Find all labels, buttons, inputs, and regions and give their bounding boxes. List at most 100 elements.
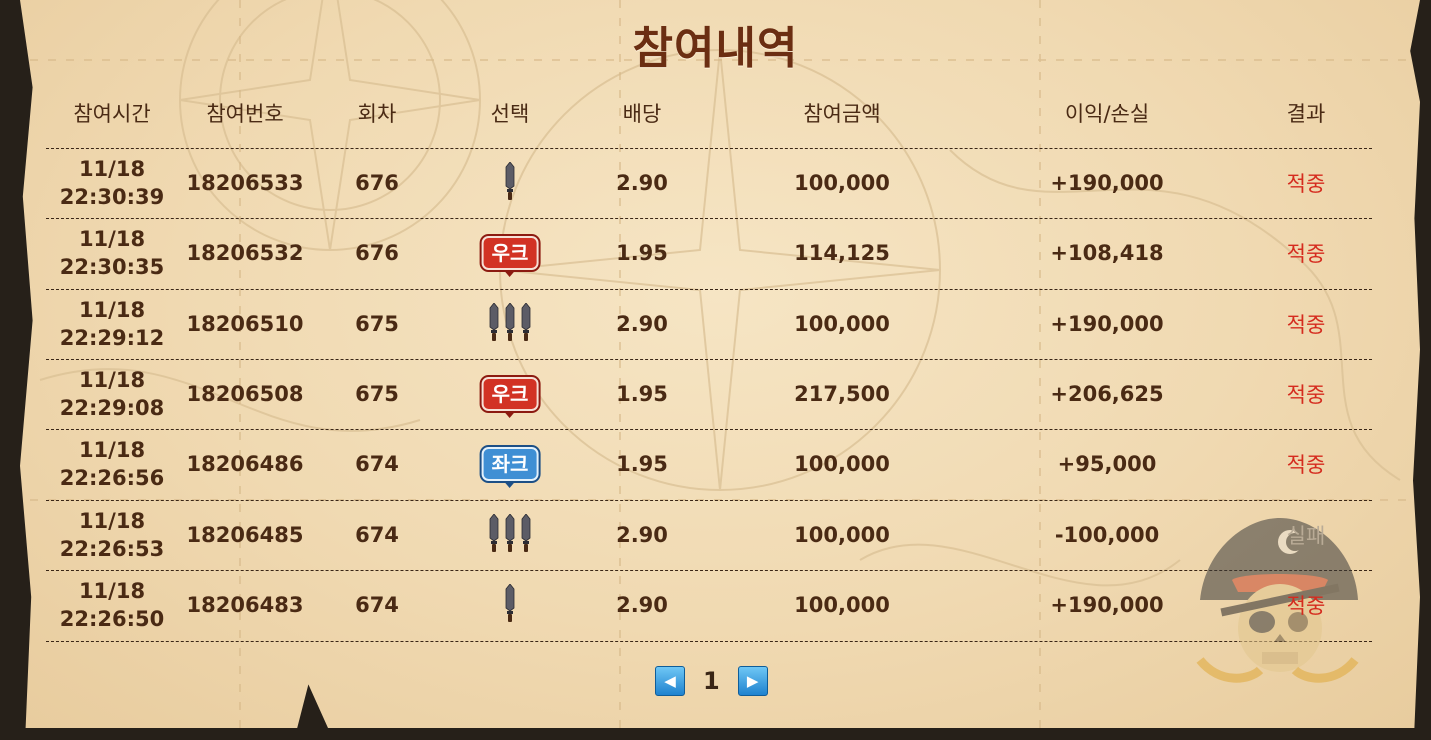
knife-icon (489, 301, 499, 346)
next-page-button[interactable]: ▶ (737, 666, 768, 696)
row-amount: 100,000 (794, 523, 890, 547)
row-number: 18206533 (186, 171, 304, 195)
row-profit: -100,000 (1054, 523, 1160, 547)
row-clock: 22:26:53 (59, 537, 165, 561)
row-odds: 1.95 (616, 241, 668, 265)
table-row: 11/18 22:29:08 18206508 675 우크 1.95 217,500 +20… (0, 359, 1431, 429)
row-choice (505, 148, 515, 218)
knife-icon (505, 582, 515, 627)
knife-icon (505, 512, 515, 557)
choice-badge: 우크 (481, 236, 539, 277)
row-number: 18206532 (186, 241, 304, 265)
pagination: ◀ 1 ▶ (655, 666, 768, 696)
row-clock: 22:29:12 (59, 326, 165, 350)
row-number: 18206483 (186, 593, 304, 617)
row-profit: +206,625 (1050, 382, 1164, 406)
knife-icon (521, 301, 531, 346)
row-date: 11/18 (78, 438, 146, 462)
row-amount: 100,000 (794, 312, 890, 336)
row-time: 11/18 22:26:56 (60, 429, 164, 499)
row-number: 18206486 (186, 452, 304, 476)
column-header-result: 결과 (1286, 102, 1326, 126)
row-result: 적중 (1286, 172, 1326, 196)
row-result: 적중 (1286, 383, 1326, 407)
row-round: 674 (355, 452, 399, 476)
page-title: 참여내역 (632, 23, 799, 74)
choice-knives (489, 301, 531, 346)
row-date: 11/18 (78, 368, 146, 392)
row-result: 적중 (1286, 594, 1326, 618)
row-time: 11/18 22:26:53 (60, 500, 164, 570)
row-round: 675 (355, 312, 399, 336)
table-row: 11/18 22:26:53 18206485 674 2.90 100,000 -100,… (0, 500, 1431, 570)
row-date: 11/18 (78, 227, 146, 251)
row-profit: +190,000 (1050, 593, 1164, 617)
row-date: 11/18 (78, 298, 146, 322)
row-choice: 좌크 (481, 429, 539, 499)
table-row: 11/18 22:29:12 18206510 675 2.90 100,000 +190,… (0, 289, 1431, 359)
row-clock: 22:30:35 (59, 255, 165, 279)
row-odds: 2.90 (616, 523, 668, 547)
row-result: 적중 (1286, 313, 1326, 337)
row-clock: 22:29:08 (59, 396, 165, 420)
row-odds: 2.90 (616, 312, 668, 336)
column-header-round: 회차 (357, 102, 397, 126)
row-odds: 1.95 (616, 452, 668, 476)
row-number: 18206485 (186, 523, 304, 547)
choice-knives (505, 160, 515, 205)
row-odds: 2.90 (616, 171, 668, 195)
row-choice: 우크 (481, 218, 539, 288)
row-odds: 2.90 (616, 593, 668, 617)
current-page-number: 1 (703, 667, 720, 695)
row-amount: 100,000 (794, 452, 890, 476)
row-result: 실패 (1286, 524, 1326, 548)
row-choice: 우크 (481, 359, 539, 429)
column-header-odds: 배당 (622, 102, 662, 126)
knife-icon (521, 512, 531, 557)
arrow-left-icon: ◀ (664, 672, 676, 690)
row-time: 11/18 22:29:08 (60, 359, 164, 429)
choice-knives (505, 582, 515, 627)
row-divider (46, 641, 1372, 642)
row-clock: 22:26:56 (59, 466, 165, 490)
row-round: 676 (355, 171, 399, 195)
column-header-choice: 선택 (490, 102, 530, 126)
row-amount: 100,000 (794, 593, 890, 617)
row-result: 적중 (1286, 242, 1326, 266)
row-profit: +190,000 (1050, 312, 1164, 336)
column-header-profit: 이익/손실 (1064, 102, 1150, 126)
row-date: 11/18 (78, 157, 146, 181)
row-amount: 114,125 (794, 241, 890, 265)
row-time: 11/18 22:29:12 (60, 289, 164, 359)
row-choice (505, 570, 515, 640)
row-odds: 1.95 (616, 382, 668, 406)
history-screen: 참여내역 참여시간 참여번호 회차 선택 배당 참여금액 이익/손실 결과 11… (0, 0, 1431, 740)
row-round: 675 (355, 382, 399, 406)
row-time: 11/18 22:26:50 (60, 570, 164, 640)
table-row: 11/18 22:26:56 18206486 674 좌크 1.95 100,000 +95… (0, 429, 1431, 499)
row-date: 11/18 (78, 579, 146, 603)
table-row: 11/18 22:26:50 18206483 674 2.90 100,000 +190,… (0, 570, 1431, 640)
row-choice (489, 289, 531, 359)
row-round: 676 (355, 241, 399, 265)
row-number: 18206508 (186, 382, 304, 406)
arrow-right-icon: ▶ (746, 672, 759, 690)
choice-badge: 우크 (481, 377, 539, 418)
choice-badge: 좌크 (481, 447, 539, 488)
row-profit: +190,000 (1050, 171, 1164, 195)
row-profit: +95,000 (1057, 452, 1157, 476)
table-row: 11/18 22:30:35 18206532 676 우크 1.95 114,125 +10… (0, 218, 1431, 288)
row-number: 18206510 (186, 312, 304, 336)
row-amount: 100,000 (794, 171, 890, 195)
knife-icon (505, 301, 515, 346)
row-clock: 22:26:50 (59, 607, 165, 631)
row-profit: +108,418 (1050, 241, 1164, 265)
table-row: 11/18 22:30:39 18206533 676 2.90 100,000 +190,… (0, 148, 1431, 218)
column-header-time: 참여시간 (73, 102, 151, 126)
row-amount: 217,500 (794, 382, 890, 406)
prev-page-button[interactable]: ◀ (655, 666, 685, 696)
row-time: 11/18 22:30:35 (60, 218, 164, 288)
row-clock: 22:30:39 (59, 185, 165, 209)
knife-icon (489, 512, 499, 557)
row-date: 11/18 (78, 509, 146, 533)
